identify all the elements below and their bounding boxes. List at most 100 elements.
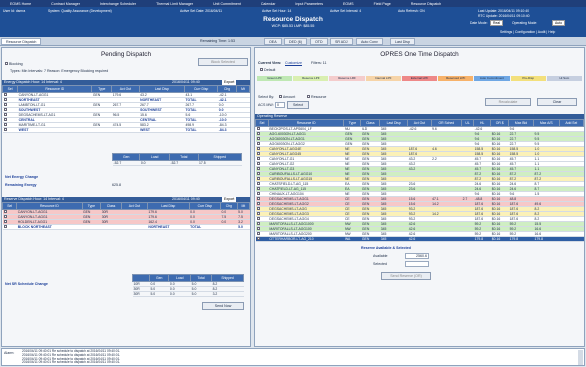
row-select-checkbox[interactable] [256, 147, 260, 150]
or-col-header[interactable]: OR Sched [430, 119, 463, 127]
row-select-checkbox[interactable] [3, 98, 7, 101]
row-select-checkbox[interactable] [256, 192, 260, 195]
or-col-header[interactable]: Class [360, 119, 381, 127]
log-scrollbar[interactable] [578, 350, 583, 365]
or-col-header[interactable]: UL [461, 119, 475, 127]
current-view-value[interactable]: Customize [285, 61, 302, 65]
reserve-col-header[interactable]: Class [100, 202, 122, 210]
export-button[interactable]: Export [222, 80, 237, 85]
reserve-col-header[interactable]: Resource ID [16, 202, 83, 210]
or-col-header[interactable]: Sel [255, 119, 269, 127]
row-select-checkbox[interactable] [3, 118, 7, 121]
energy-col-header[interactable]: Sel [1, 85, 19, 93]
tab-oea[interactable]: OEA [264, 38, 282, 45]
menu-item-eoms-home[interactable]: EOMS Home [0, 2, 41, 6]
reserve-col-header[interactable]: Mt [236, 202, 251, 210]
menu-item-interchange-scheduler[interactable]: Interchange Scheduler [90, 2, 146, 6]
or-col-header[interactable]: Last Disp [379, 119, 409, 127]
or-col-header[interactable]: OR $ [490, 119, 510, 127]
reserve-col-header[interactable]: Type [81, 202, 102, 210]
energy-col-header[interactable]: Resource ID [17, 85, 93, 93]
row-select-checkbox[interactable] [256, 182, 260, 185]
tab-otd[interactable]: OTD [310, 38, 328, 45]
row-select-checkbox[interactable] [256, 127, 260, 130]
row-select-checkbox[interactable] [3, 215, 7, 218]
row-select-checkbox[interactable] [256, 222, 260, 225]
row-select-checkbox[interactable] [256, 217, 260, 220]
row-select-checkbox[interactable] [3, 210, 7, 213]
row-select-checkbox[interactable] [256, 197, 260, 200]
tab-ded[interactable]: DED (6) [284, 38, 307, 45]
energy-col-header[interactable]: Last Disp [138, 85, 186, 93]
row-select-checkbox[interactable] [256, 132, 260, 135]
filters-count[interactable]: Filters: 11 [311, 61, 327, 65]
row-select-checkbox[interactable] [256, 227, 260, 230]
energy-col-header[interactable]: Chg [217, 85, 237, 93]
row-select-checkbox[interactable] [3, 128, 7, 131]
row-select-checkbox[interactable] [256, 207, 260, 210]
row-select-checkbox[interactable] [3, 225, 7, 228]
block-selected-button[interactable]: Block Selected [198, 58, 248, 66]
row-select-checkbox[interactable] [3, 113, 7, 116]
row-select-checkbox[interactable] [256, 177, 260, 180]
blocking-checkbox[interactable] [5, 62, 8, 65]
menu-item-unit-commitment[interactable]: Unit Commitment [203, 2, 251, 6]
header-links[interactable]: Settings | Configuration | Audit | Help [500, 30, 555, 34]
reserve-row[interactable]: BLOCK NORTHEAST NORTHEAST TOTAL 5.0 [2, 224, 250, 230]
reserve-col-header[interactable]: Curr Disp [188, 202, 221, 210]
menu-item-input-parameters[interactable]: Input Parameters [285, 2, 333, 6]
row-select-checkbox[interactable] [256, 157, 260, 160]
row-select-checkbox[interactable] [256, 172, 260, 175]
reserve-row-cell[interactable] [2, 224, 17, 230]
energy-col-header[interactable]: Curr Disp [184, 85, 219, 93]
or-row-cell[interactable] [255, 236, 269, 242]
or-col-header[interactable]: Max Bid [508, 119, 535, 127]
energy-col-header[interactable]: Type [91, 85, 113, 93]
row-select-checkbox[interactable] [256, 152, 260, 155]
menu-item-eoms[interactable]: EOMS [333, 2, 364, 6]
or-col-header[interactable]: Add Sel [558, 119, 585, 127]
energy-row-cell[interactable] [2, 127, 18, 133]
reserve-export-button[interactable]: Export [222, 197, 237, 202]
amount-radio[interactable] [279, 95, 282, 98]
row-select-checkbox[interactable] [3, 220, 7, 223]
send-now-button[interactable]: Send Now [202, 302, 244, 310]
tab-last-disp[interactable]: Last Disp [390, 38, 415, 45]
or-col-header[interactable]: HL [473, 119, 492, 127]
row-select-checkbox[interactable] [256, 137, 260, 140]
energy-col-header[interactable]: Mt [235, 85, 251, 93]
select-button[interactable]: Select [287, 101, 309, 109]
send-reserve-button[interactable]: Send Reserve (OR) [381, 272, 431, 280]
menu-item-thermal-limit-manager[interactable]: Thermal Limit Manager [146, 2, 203, 6]
resource-radio[interactable] [307, 95, 310, 98]
tab-resource-dispatch[interactable]: Resource Dispatch [1, 38, 42, 45]
row-select-checkbox[interactable] [256, 187, 260, 190]
or-col-header[interactable]: Resource ID [267, 119, 345, 127]
energy-row[interactable]: WEST WEST TOTAL -84.3 [2, 127, 250, 133]
row-select-checkbox[interactable] [256, 142, 260, 145]
date-mode-select[interactable]: Real [490, 20, 503, 26]
clear-button[interactable]: Clear [537, 98, 577, 106]
menu-item-field-page[interactable]: Field Page [364, 2, 401, 6]
row-select-checkbox[interactable] [3, 123, 7, 126]
row-select-checkbox[interactable] [256, 167, 260, 170]
row-select-checkbox[interactable] [256, 232, 260, 235]
menu-item-contract-manager[interactable]: Contract Manager [41, 2, 90, 6]
tab-auto-conv[interactable]: Auto Conv [356, 38, 383, 45]
row-select-checkbox[interactable] [3, 103, 7, 106]
row-select-checkbox[interactable] [256, 202, 260, 205]
default-view-radio[interactable] [260, 68, 263, 71]
menu-item-calendar[interactable]: Calendar [251, 2, 286, 6]
reserve-col-header[interactable]: Last Disp [146, 202, 190, 210]
menu-item-resource-dispatch[interactable]: Resource Dispatch [401, 2, 451, 6]
energy-col-header[interactable]: Act Out [111, 85, 140, 93]
row-select-checkbox[interactable] [3, 93, 7, 96]
or-row[interactable]: OTTERHARBOR-LT-AG_210 WA GEN 345 42.6 179.8 $0… [255, 236, 584, 242]
reserve-col-header[interactable]: Sel [1, 202, 18, 210]
recalculate-button[interactable]: Recalculate [485, 98, 531, 106]
row-select-checkbox[interactable] [256, 212, 260, 215]
reserve-col-header[interactable]: Chg [219, 202, 238, 210]
operating-mode-select[interactable]: Auto [552, 20, 565, 26]
reserve-col-header[interactable]: Act Out [121, 202, 148, 210]
row-select-checkbox[interactable] [256, 162, 260, 165]
